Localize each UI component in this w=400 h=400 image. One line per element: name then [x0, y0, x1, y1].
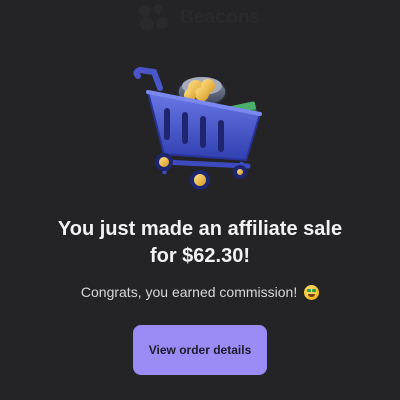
beacons-logo-icon: [139, 4, 168, 31]
brand-name: Beacons: [180, 7, 261, 28]
brand-logo: Beacons: [136, 2, 261, 34]
headline-line-1: You just made an affiliate sale: [57, 218, 343, 240]
headline-line-2: for $62.30!: [149, 245, 251, 267]
shopping-cart-with-coins-and-cash-icon: [133, 66, 262, 190]
sale-headline: You just made an affiliate sale for $62.…: [0, 216, 400, 270]
commission-text: Congrats, you earned commission!: [80, 284, 298, 300]
view-order-details-button[interactable]: View order details: [133, 325, 267, 375]
commission-message: Congrats, you earned commission!: [0, 282, 400, 302]
money-mouth-face-icon: [304, 285, 320, 300]
email-card: Beacons You just made an affiliate sale …: [0, 0, 400, 400]
